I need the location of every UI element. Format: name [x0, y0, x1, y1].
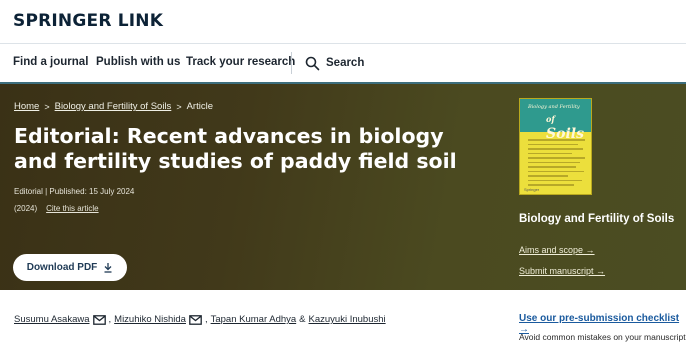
submit-manuscript-link[interactable]: Submit manuscript →	[519, 266, 605, 276]
author-separator: ,	[204, 314, 208, 325]
article-year-cite: (2024) Cite this article	[14, 204, 99, 213]
cover-title-of: of	[546, 114, 555, 124]
aims-and-scope-link[interactable]: Aims and scope →	[519, 245, 595, 255]
author-name[interactable]: Tapan Kumar Adhya	[211, 314, 297, 325]
email-icon[interactable]	[189, 314, 202, 325]
checklist-description: Avoid common mistakes on your manuscript…	[519, 332, 686, 342]
author-name[interactable]: Mizuhiko Nishida	[114, 314, 186, 325]
breadcrumb: Home > Biology and Fertility of Soils > …	[14, 101, 213, 112]
top-header: SPRINGER LINK	[0, 0, 686, 44]
journal-name-link[interactable]: Biology and Fertility of Soils	[519, 213, 674, 225]
cite-article-link[interactable]: Cite this article	[46, 204, 98, 213]
nav-publish-with-us[interactable]: Publish with us	[96, 56, 180, 68]
breadcrumb-separator: >	[176, 101, 182, 112]
search-label: Search	[326, 57, 365, 69]
author-name[interactable]: Kazuyuki Inubushi	[309, 314, 386, 325]
nav-find-journal[interactable]: Find a journal	[13, 56, 88, 68]
author-conjunction: &	[299, 314, 306, 325]
breadcrumb-journal[interactable]: Biology and Fertility of Soils	[55, 101, 172, 112]
download-icon	[104, 263, 112, 273]
author-list: Susumu Asakawa , Mizuhiko Nishida , Tapa…	[14, 314, 386, 325]
breadcrumb-home[interactable]: Home	[14, 101, 39, 112]
breadcrumb-current: Article	[186, 101, 213, 112]
main-nav: Find a journal Publish with us Track you…	[0, 44, 686, 82]
cover-text-lines	[528, 139, 585, 189]
author-separator: ,	[108, 314, 112, 325]
cover-publisher: Springer	[524, 187, 540, 192]
download-pdf-label: Download PDF	[26, 262, 98, 273]
cover-title-big: of Soils	[546, 110, 591, 142]
article-meta: Editorial | Published: 15 July 2024	[14, 187, 135, 196]
breadcrumb-separator: >	[44, 101, 50, 112]
search-icon	[305, 56, 320, 70]
email-icon[interactable]	[92, 314, 106, 325]
journal-cover-image[interactable]: Biology and Fertility of Soils Springer	[519, 98, 592, 195]
nav-track-research[interactable]: Track your research	[186, 56, 295, 68]
article-year: (2024)	[14, 204, 38, 213]
springer-link-logo[interactable]: SPRINGER LINK	[13, 11, 163, 31]
nav-divider	[291, 52, 292, 74]
search-button[interactable]: Search	[305, 53, 364, 73]
download-pdf-button[interactable]: Download PDF	[13, 254, 127, 281]
article-title: Editorial: Recent advances in biology an…	[14, 124, 457, 173]
author-name[interactable]: Susumu Asakawa	[14, 314, 90, 325]
